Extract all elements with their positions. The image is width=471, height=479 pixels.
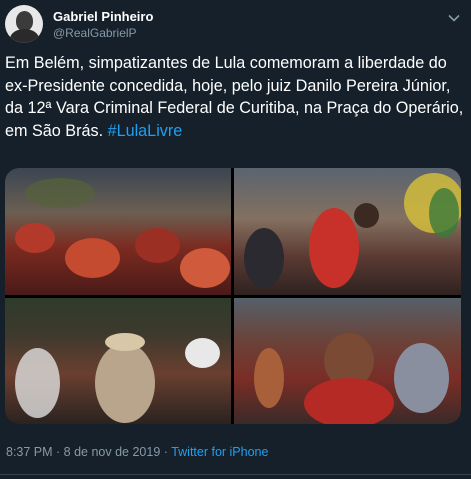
- author-display-name[interactable]: Gabriel Pinheiro: [53, 9, 153, 25]
- tweet-body: Em Belém, simpatizantes de Lula comemora…: [5, 54, 464, 140]
- meta-separator-2: ·: [160, 445, 172, 459]
- tweet-time[interactable]: 8:37 PM: [6, 445, 53, 459]
- author-handle[interactable]: @RealGabrielP: [53, 25, 153, 41]
- author-names[interactable]: Gabriel Pinheiro @RealGabrielP: [53, 9, 153, 41]
- avatar-head-shape: [16, 11, 33, 31]
- tweet-source[interactable]: Twitter for iPhone: [171, 445, 268, 459]
- hashtag-link[interactable]: #LulaLivre: [108, 122, 183, 140]
- tweet-header: Gabriel Pinheiro @RealGabrielP: [5, 5, 465, 45]
- photo-crowd-3[interactable]: [5, 298, 231, 424]
- chevron-down-icon[interactable]: [447, 11, 461, 25]
- tweet-meta: 8:37 PM · 8 de nov de 2019 · Twitter for…: [6, 445, 268, 459]
- tweet-date[interactable]: 8 de nov de 2019: [64, 445, 161, 459]
- media-grid: [5, 168, 461, 424]
- meta-separator: ·: [52, 445, 64, 459]
- tweet-text: Em Belém, simpatizantes de Lula comemora…: [5, 52, 465, 142]
- photo-crowd-2[interactable]: [234, 168, 461, 295]
- photo-crowd-1[interactable]: [5, 168, 231, 295]
- avatar[interactable]: [5, 5, 43, 43]
- avatar-body-shape: [10, 29, 39, 43]
- photo-crowd-4[interactable]: [234, 298, 461, 424]
- divider: [0, 474, 471, 475]
